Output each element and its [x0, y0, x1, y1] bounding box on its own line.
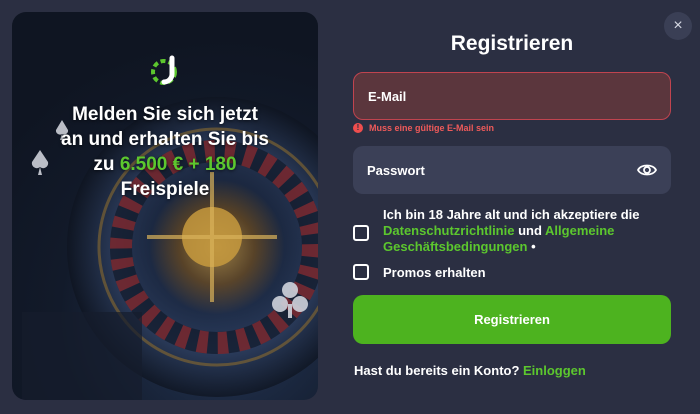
email-error-text: Muss eine gültige E-Mail sein	[369, 123, 495, 133]
promos-checkbox[interactable]	[353, 264, 369, 280]
promo-line-3-prefix: zu	[93, 154, 120, 175]
required-marker: •	[527, 239, 536, 254]
promo-line-4: Freispiele	[120, 179, 210, 200]
registration-modal: Melden Sie sich jetzt an und erhalten Si…	[0, 0, 700, 414]
error-icon: !	[353, 123, 363, 133]
email-placeholder: E-Mail	[368, 88, 407, 104]
promo-headline: Melden Sie sich jetzt an und erhalten Si…	[12, 102, 318, 202]
password-placeholder: Passwort	[367, 162, 425, 178]
promo-panel: Melden Sie sich jetzt an und erhalten Si…	[12, 12, 318, 400]
password-field[interactable]: Passwort	[353, 146, 671, 194]
promo-line-2: an und erhalten Sie bis	[61, 129, 269, 150]
have-account-text: Hast du bereits ein Konto?	[354, 363, 524, 378]
promo-line-1: Melden Sie sich jetzt	[72, 104, 258, 125]
register-button[interactable]: Registrieren	[353, 295, 671, 344]
page-title: Registrieren	[450, 32, 574, 55]
email-field[interactable]: E-Mail	[353, 72, 671, 120]
eye-icon[interactable]	[637, 160, 657, 180]
email-error-message: ! Muss eine gültige E-Mail sein	[353, 123, 494, 133]
terms-prefix: Ich bin 18 Jahre alt und ich akzeptiere …	[383, 207, 640, 222]
promos-label: Promos erhalten	[383, 264, 486, 280]
brand-logo-icon	[151, 55, 177, 85]
terms-and: und	[514, 223, 546, 238]
terms-consent-row: Ich bin 18 Jahre alt und ich akzeptiere …	[353, 207, 675, 255]
login-prompt: Hast du bereits ein Konto? Einloggen	[354, 363, 586, 378]
privacy-policy-link[interactable]: Datenschutzrichtlinie	[383, 223, 514, 238]
promo-bonus-amount: 6.500 € + 180	[119, 154, 237, 175]
login-link[interactable]: Einloggen	[523, 363, 586, 378]
terms-checkbox[interactable]	[353, 225, 369, 241]
promo-line-3: zu 6.500 € + 180	[34, 152, 296, 177]
terms-label: Ich bin 18 Jahre alt und ich akzeptiere …	[383, 207, 675, 255]
promos-consent-row: Promos erhalten	[353, 264, 486, 280]
close-icon: ×	[673, 17, 683, 34]
